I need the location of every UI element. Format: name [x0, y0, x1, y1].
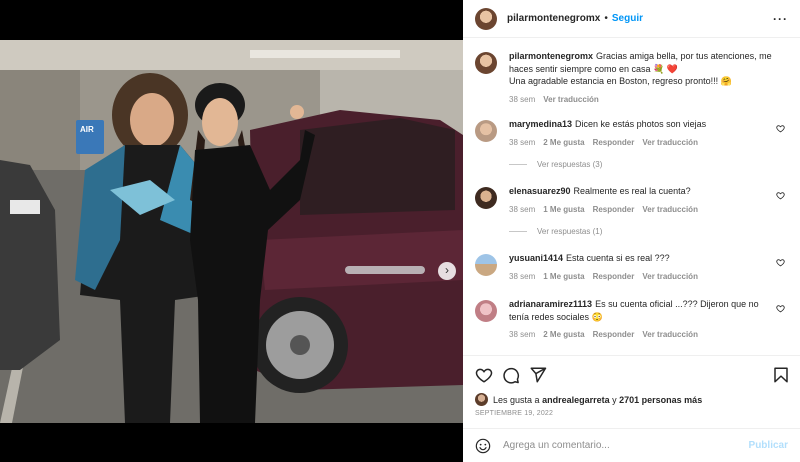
comment-heart-icon[interactable] [776, 124, 785, 133]
comment-heart-icon[interactable] [776, 304, 785, 313]
caption-line-2: Una agradable estancia en Boston, regres… [509, 76, 732, 86]
comment-time[interactable]: 38 sem [509, 205, 535, 214]
view-replies-label: Ver respuestas (3) [537, 160, 603, 169]
comment-avatar[interactable] [475, 120, 497, 142]
comment-time[interactable]: 38 sem [509, 138, 535, 147]
likes-others-link[interactable]: 2701 personas más [619, 395, 702, 405]
liker-username[interactable]: andrealegarreta [542, 395, 610, 405]
post-header: pilarmontenegromx • Seguir ··· [463, 0, 800, 38]
caption-username[interactable]: pilarmontenegromx [509, 51, 593, 61]
translate-link[interactable]: Ver traducción [642, 272, 698, 281]
send-icon[interactable] [529, 366, 547, 384]
comment-likes[interactable]: 2 Me gusta [543, 330, 584, 339]
comment-text: Esta cuenta si es real ??? [566, 253, 670, 263]
reply-link[interactable]: Responder [593, 272, 635, 281]
comment-avatar[interactable] [475, 300, 497, 322]
translate-link[interactable]: Ver traducción [642, 138, 698, 147]
post-date[interactable]: SEPTIEMBRE 19, 2022 [475, 410, 553, 417]
comment-avatar[interactable] [475, 254, 497, 276]
comment-input[interactable] [503, 440, 733, 451]
translate-link[interactable]: Ver traducción [642, 330, 698, 339]
comment-avatar[interactable] [475, 187, 497, 209]
comment-item: marymedina13 Dicen ke estás photos son vi… [475, 118, 795, 147]
reply-link[interactable]: Responder [593, 205, 635, 214]
comment-likes[interactable]: 2 Me gusta [543, 138, 584, 147]
comments-list[interactable]: pilarmontenegromx Gracias amiga bella, po… [463, 38, 800, 356]
view-replies-button[interactable]: Ver respuestas (1) [509, 227, 602, 236]
follow-button[interactable]: Seguir [612, 13, 643, 24]
replies-divider [509, 231, 527, 232]
likes-joiner: y [612, 394, 617, 405]
comment-item: yusuani1414 Esta cuenta si es real ??? 38… [475, 252, 795, 281]
air-sign-text: AIR [80, 125, 94, 134]
comment-heart-icon[interactable] [776, 191, 785, 200]
comment-username[interactable]: adrianaramirez1113 [509, 299, 592, 309]
reply-link[interactable]: Responder [593, 138, 635, 147]
comment-time[interactable]: 38 sem [509, 272, 535, 281]
smiley-icon[interactable] [475, 438, 491, 454]
comment-username[interactable]: elenasuarez90 [509, 186, 571, 196]
comment-likes[interactable]: 1 Me gusta [543, 205, 584, 214]
author-avatar[interactable] [475, 7, 497, 30]
caption-meta: 38 sem Ver traducción [509, 95, 773, 104]
post-caption: pilarmontenegromx Gracias amiga bella, po… [475, 50, 795, 104]
post-media[interactable]: AIR › [0, 40, 463, 423]
comment-username[interactable]: yusuani1414 [509, 253, 563, 263]
liker-avatar[interactable] [475, 393, 488, 406]
comment-item: adrianaramirez1113 Es su cuenta oficial .… [475, 298, 795, 339]
comment-text: Dicen ke estás photos son viejas [575, 119, 707, 129]
likes-prefix: Les gusta a [493, 394, 540, 405]
comment-item: elenasuarez90 Realmente es real la cuenta… [475, 185, 795, 214]
caption-translate-link[interactable]: Ver traducción [543, 95, 599, 104]
caption-text: pilarmontenegromx Gracias amiga bella, po… [509, 50, 773, 88]
chevron-right-icon: › [445, 263, 449, 277]
more-options-icon[interactable]: ··· [773, 12, 788, 26]
likes-summary: Les gusta a andrealegarreta y 2701 perso… [475, 393, 702, 406]
comment-username[interactable]: marymedina13 [509, 119, 572, 129]
post-actions [475, 364, 790, 386]
heart-icon[interactable] [475, 366, 493, 384]
comment-text: Realmente es real la cuenta? [573, 186, 691, 196]
view-replies-label: Ver respuestas (1) [537, 227, 603, 236]
replies-divider [509, 164, 527, 165]
post-side-panel: pilarmontenegromx • Seguir ··· pilarmont… [463, 0, 800, 462]
publish-button[interactable]: Publicar [749, 440, 788, 451]
comment-heart-icon[interactable] [776, 258, 785, 267]
reply-link[interactable]: Responder [593, 330, 635, 339]
bookmark-icon[interactable] [772, 366, 790, 384]
header-separator: • [604, 13, 608, 24]
caption-avatar[interactable] [475, 52, 497, 74]
caption-time[interactable]: 38 sem [509, 95, 535, 104]
view-replies-button[interactable]: Ver respuestas (3) [509, 160, 602, 169]
comment-time[interactable]: 38 sem [509, 330, 535, 339]
next-media-button[interactable]: › [438, 262, 456, 280]
post-modal: AIR › pilarmontenegromx • Seguir ··· pil… [0, 0, 800, 462]
comment-likes[interactable]: 1 Me gusta [543, 272, 584, 281]
translate-link[interactable]: Ver traducción [642, 205, 698, 214]
author-username[interactable]: pilarmontenegromx [507, 13, 600, 24]
post-photo: AIR [0, 40, 463, 423]
comment-icon[interactable] [502, 366, 520, 384]
comment-composer: Publicar [463, 428, 800, 462]
